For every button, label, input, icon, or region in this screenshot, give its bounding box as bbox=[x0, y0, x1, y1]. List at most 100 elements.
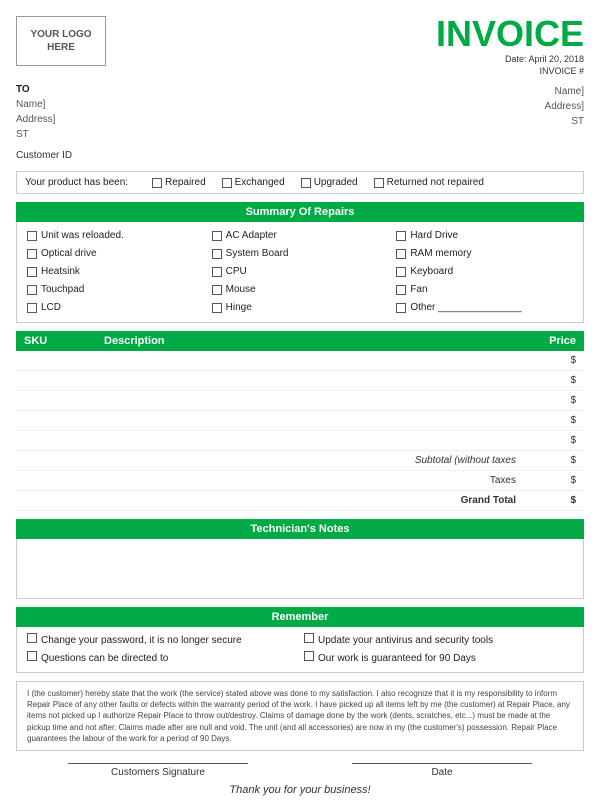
repair-item-5[interactable]: RAM memory bbox=[396, 246, 573, 262]
taxes-label: Taxes bbox=[96, 471, 524, 491]
repair-item-6[interactable]: Heatsink bbox=[27, 264, 204, 280]
repair-item-12[interactable]: LCD bbox=[27, 300, 204, 316]
repair-label-6: Heatsink bbox=[41, 264, 80, 280]
invoice-number: INVOICE # bbox=[436, 66, 584, 76]
subtotal-value: $ bbox=[524, 451, 584, 471]
checkbox-repaired[interactable] bbox=[152, 178, 162, 188]
to-left: TO Name] Address] ST bbox=[16, 84, 289, 142]
table-row: $ bbox=[16, 351, 584, 371]
repair-label-12: LCD bbox=[41, 300, 61, 316]
cb-12[interactable] bbox=[27, 303, 37, 313]
cb-3[interactable] bbox=[27, 249, 37, 259]
invoice-date: Date: April 20, 2018 bbox=[436, 54, 584, 64]
notes-inner bbox=[17, 539, 583, 589]
cb-11[interactable] bbox=[396, 285, 406, 295]
repair-label-0: Unit was reloaded. bbox=[41, 228, 124, 244]
remember-item-1: Update your antivirus and security tools bbox=[304, 633, 573, 648]
sku-cell bbox=[16, 391, 96, 411]
grand-total-value: $ bbox=[524, 491, 584, 511]
sku-col-header: SKU bbox=[16, 331, 96, 351]
remember-label-2: Questions can be directed to bbox=[41, 651, 168, 666]
status-returned[interactable]: Returned not repaired bbox=[374, 177, 484, 188]
price-cell: $ bbox=[524, 431, 584, 451]
repairs-grid: Unit was reloaded. AC Adapter Hard Drive… bbox=[16, 222, 584, 323]
notes-section bbox=[16, 539, 584, 599]
remember-label-0: Change your password, it is no longer se… bbox=[41, 633, 242, 648]
desc-cell bbox=[96, 411, 524, 431]
table-row: $ bbox=[16, 391, 584, 411]
to-label: TO bbox=[16, 84, 289, 95]
desc-cell bbox=[96, 391, 524, 411]
repair-item-14[interactable]: Other _______________ bbox=[396, 300, 573, 316]
to-name: Name] bbox=[16, 97, 289, 112]
grand-total-row: Grand Total $ bbox=[16, 491, 584, 511]
sku-table: SKU Description Price $ $ $ $ $ bbox=[16, 331, 584, 511]
repair-item-1[interactable]: AC Adapter bbox=[212, 228, 389, 244]
price-cell: $ bbox=[524, 411, 584, 431]
cb-4[interactable] bbox=[212, 249, 222, 259]
cb-9[interactable] bbox=[27, 285, 37, 295]
repairs-grid-inner: Unit was reloaded. AC Adapter Hard Drive… bbox=[27, 228, 573, 316]
legal-text: I (the customer) hereby state that the w… bbox=[16, 681, 584, 751]
remember-item-3: Our work is guaranteed for 90 Days bbox=[304, 651, 573, 666]
taxes-value: $ bbox=[524, 471, 584, 491]
cb-2[interactable] bbox=[396, 231, 406, 241]
repair-item-11[interactable]: Fan bbox=[396, 282, 573, 298]
cb-remember-1[interactable] bbox=[304, 633, 314, 643]
cb-6[interactable] bbox=[27, 267, 37, 277]
to-right: Name] Address] ST bbox=[311, 84, 584, 142]
remember-item-0: Change your password, it is no longer se… bbox=[27, 633, 296, 648]
table-row: $ bbox=[16, 431, 584, 451]
price-cell: $ bbox=[524, 371, 584, 391]
cb-0[interactable] bbox=[27, 231, 37, 241]
repair-item-0[interactable]: Unit was reloaded. bbox=[27, 228, 204, 244]
cb-1[interactable] bbox=[212, 231, 222, 241]
repair-item-9[interactable]: Touchpad bbox=[27, 282, 204, 298]
repair-item-3[interactable]: Optical drive bbox=[27, 246, 204, 262]
product-status-row: Your product has been: Repaired Exchange… bbox=[16, 171, 584, 194]
checkbox-exchanged[interactable] bbox=[222, 178, 232, 188]
status-exchanged[interactable]: Exchanged bbox=[222, 177, 285, 188]
to-section: TO Name] Address] ST Name] Address] ST bbox=[16, 84, 584, 142]
repair-item-7[interactable]: CPU bbox=[212, 264, 389, 280]
status-repaired[interactable]: Repaired bbox=[152, 177, 206, 188]
repair-item-8[interactable]: Keyboard bbox=[396, 264, 573, 280]
customer-sig-line bbox=[68, 763, 248, 764]
cb-7[interactable] bbox=[212, 267, 222, 277]
checkbox-returned[interactable] bbox=[374, 178, 384, 188]
cb-10[interactable] bbox=[212, 285, 222, 295]
cb-remember-0[interactable] bbox=[27, 633, 37, 643]
cb-remember-2[interactable] bbox=[27, 651, 37, 661]
price-cell: $ bbox=[524, 351, 584, 371]
repair-item-10[interactable]: Mouse bbox=[212, 282, 389, 298]
subtotal-empty-1 bbox=[16, 451, 96, 471]
repair-item-2[interactable]: Hard Drive bbox=[396, 228, 573, 244]
cb-remember-3[interactable] bbox=[304, 651, 314, 661]
remember-grid: Change your password, it is no longer se… bbox=[17, 627, 583, 672]
status-exchanged-label: Exchanged bbox=[235, 177, 285, 188]
sku-cell bbox=[16, 431, 96, 451]
desc-col-header: Description bbox=[96, 331, 524, 351]
repair-label-2: Hard Drive bbox=[410, 228, 458, 244]
repair-label-14: Other _______________ bbox=[410, 300, 521, 316]
cb-5[interactable] bbox=[396, 249, 406, 259]
repair-label-3: Optical drive bbox=[41, 246, 97, 262]
repair-label-7: CPU bbox=[226, 264, 247, 280]
cb-13[interactable] bbox=[212, 303, 222, 313]
repair-item-13[interactable]: Hinge bbox=[212, 300, 389, 316]
header: YOUR LOGO HERE INVOICE Date: April 20, 2… bbox=[16, 16, 584, 76]
repair-label-4: System Board bbox=[226, 246, 289, 262]
to-right-name: Name] bbox=[311, 84, 584, 99]
status-upgraded[interactable]: Upgraded bbox=[301, 177, 358, 188]
customer-sig-label: Customers Signature bbox=[58, 767, 258, 778]
remember-label-1: Update your antivirus and security tools bbox=[318, 633, 493, 648]
cb-8[interactable] bbox=[396, 267, 406, 277]
cb-14[interactable] bbox=[396, 303, 406, 313]
repair-label-10: Mouse bbox=[226, 282, 256, 298]
repair-item-4[interactable]: System Board bbox=[212, 246, 389, 262]
product-status-label: Your product has been: bbox=[25, 177, 128, 188]
taxes-empty-1 bbox=[16, 471, 96, 491]
repair-label-13: Hinge bbox=[226, 300, 252, 316]
sku-cell bbox=[16, 411, 96, 431]
checkbox-upgraded[interactable] bbox=[301, 178, 311, 188]
